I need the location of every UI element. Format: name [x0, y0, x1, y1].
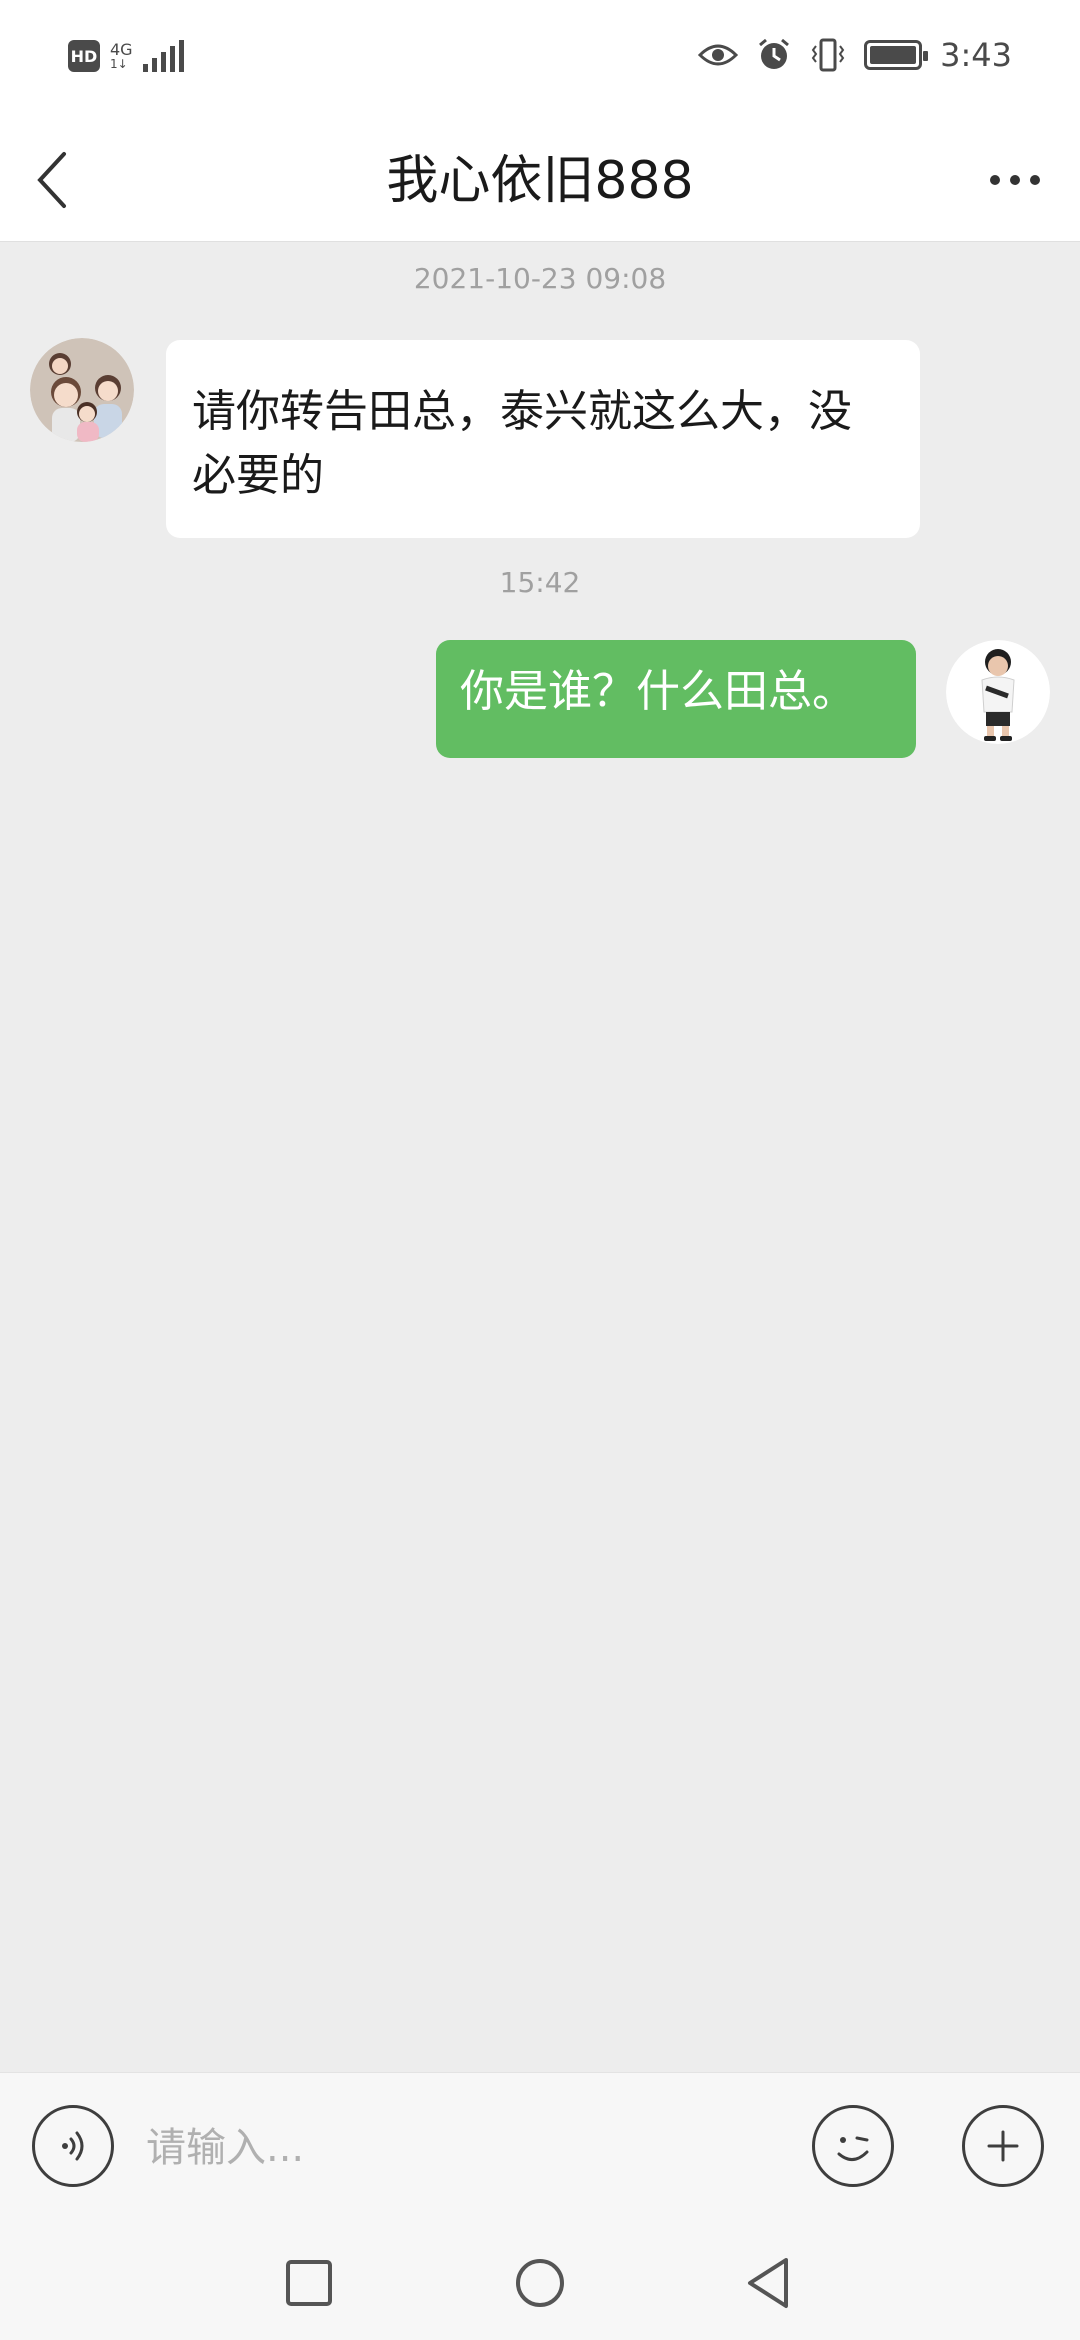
status-time: 3:43	[940, 36, 1012, 74]
incoming-message[interactable]: 请你转告田总，泰兴就这么大，没必要的	[166, 340, 920, 538]
voice-icon	[62, 2131, 84, 2161]
network-indicator: 4G 1↓	[110, 40, 133, 71]
home-button[interactable]	[505, 2248, 575, 2318]
emoji-button[interactable]	[812, 2105, 894, 2187]
more-dots-icon	[990, 175, 1000, 185]
back-nav-button[interactable]	[734, 2248, 804, 2318]
eye-icon	[698, 44, 739, 66]
status-bar: HD 4G 1↓ 3:43	[0, 0, 1080, 120]
emoji-icon	[837, 2136, 869, 2161]
page-title: 我心依旧888	[386, 151, 694, 211]
triangle-back-icon	[748, 2258, 788, 2308]
message-input[interactable]	[146, 2109, 786, 2187]
input-bar	[0, 2072, 1080, 2222]
contact-avatar[interactable]	[30, 338, 134, 442]
user-avatar[interactable]	[946, 640, 1050, 744]
alarm-icon	[759, 38, 790, 69]
family-avatar-image	[30, 338, 134, 442]
plus-icon	[987, 2130, 1019, 2162]
chat-screen: HD 4G 1↓ 3:43 我心依旧888 2021-10-23 09:08 请…	[0, 0, 1080, 2340]
network-activity: 1↓	[110, 57, 128, 71]
status-bar-right: 3:43	[698, 36, 1012, 74]
message-timestamp: 2021-10-23 09:08	[413, 262, 667, 295]
voice-button[interactable]	[32, 2105, 114, 2187]
circle-icon	[516, 2259, 564, 2307]
plus-button[interactable]	[962, 2105, 1044, 2187]
square-icon	[286, 2260, 332, 2306]
vibrate-icon	[811, 38, 845, 72]
system-navigation-bar	[0, 2222, 1080, 2340]
more-button[interactable]	[970, 140, 1060, 220]
hd-badge: HD	[68, 40, 100, 72]
recent-apps-button[interactable]	[274, 2248, 344, 2318]
chat-header: 我心依旧888	[0, 120, 1080, 242]
signal-icon	[142, 40, 184, 72]
battery-icon	[864, 40, 929, 70]
user-avatar-image	[946, 640, 1050, 744]
network-type: 4G	[110, 40, 133, 59]
message-timestamp: 15:42	[499, 566, 581, 599]
status-bar-left: HD 4G 1↓	[68, 40, 184, 72]
outgoing-message[interactable]: 你是谁？什么田总。	[436, 640, 916, 758]
